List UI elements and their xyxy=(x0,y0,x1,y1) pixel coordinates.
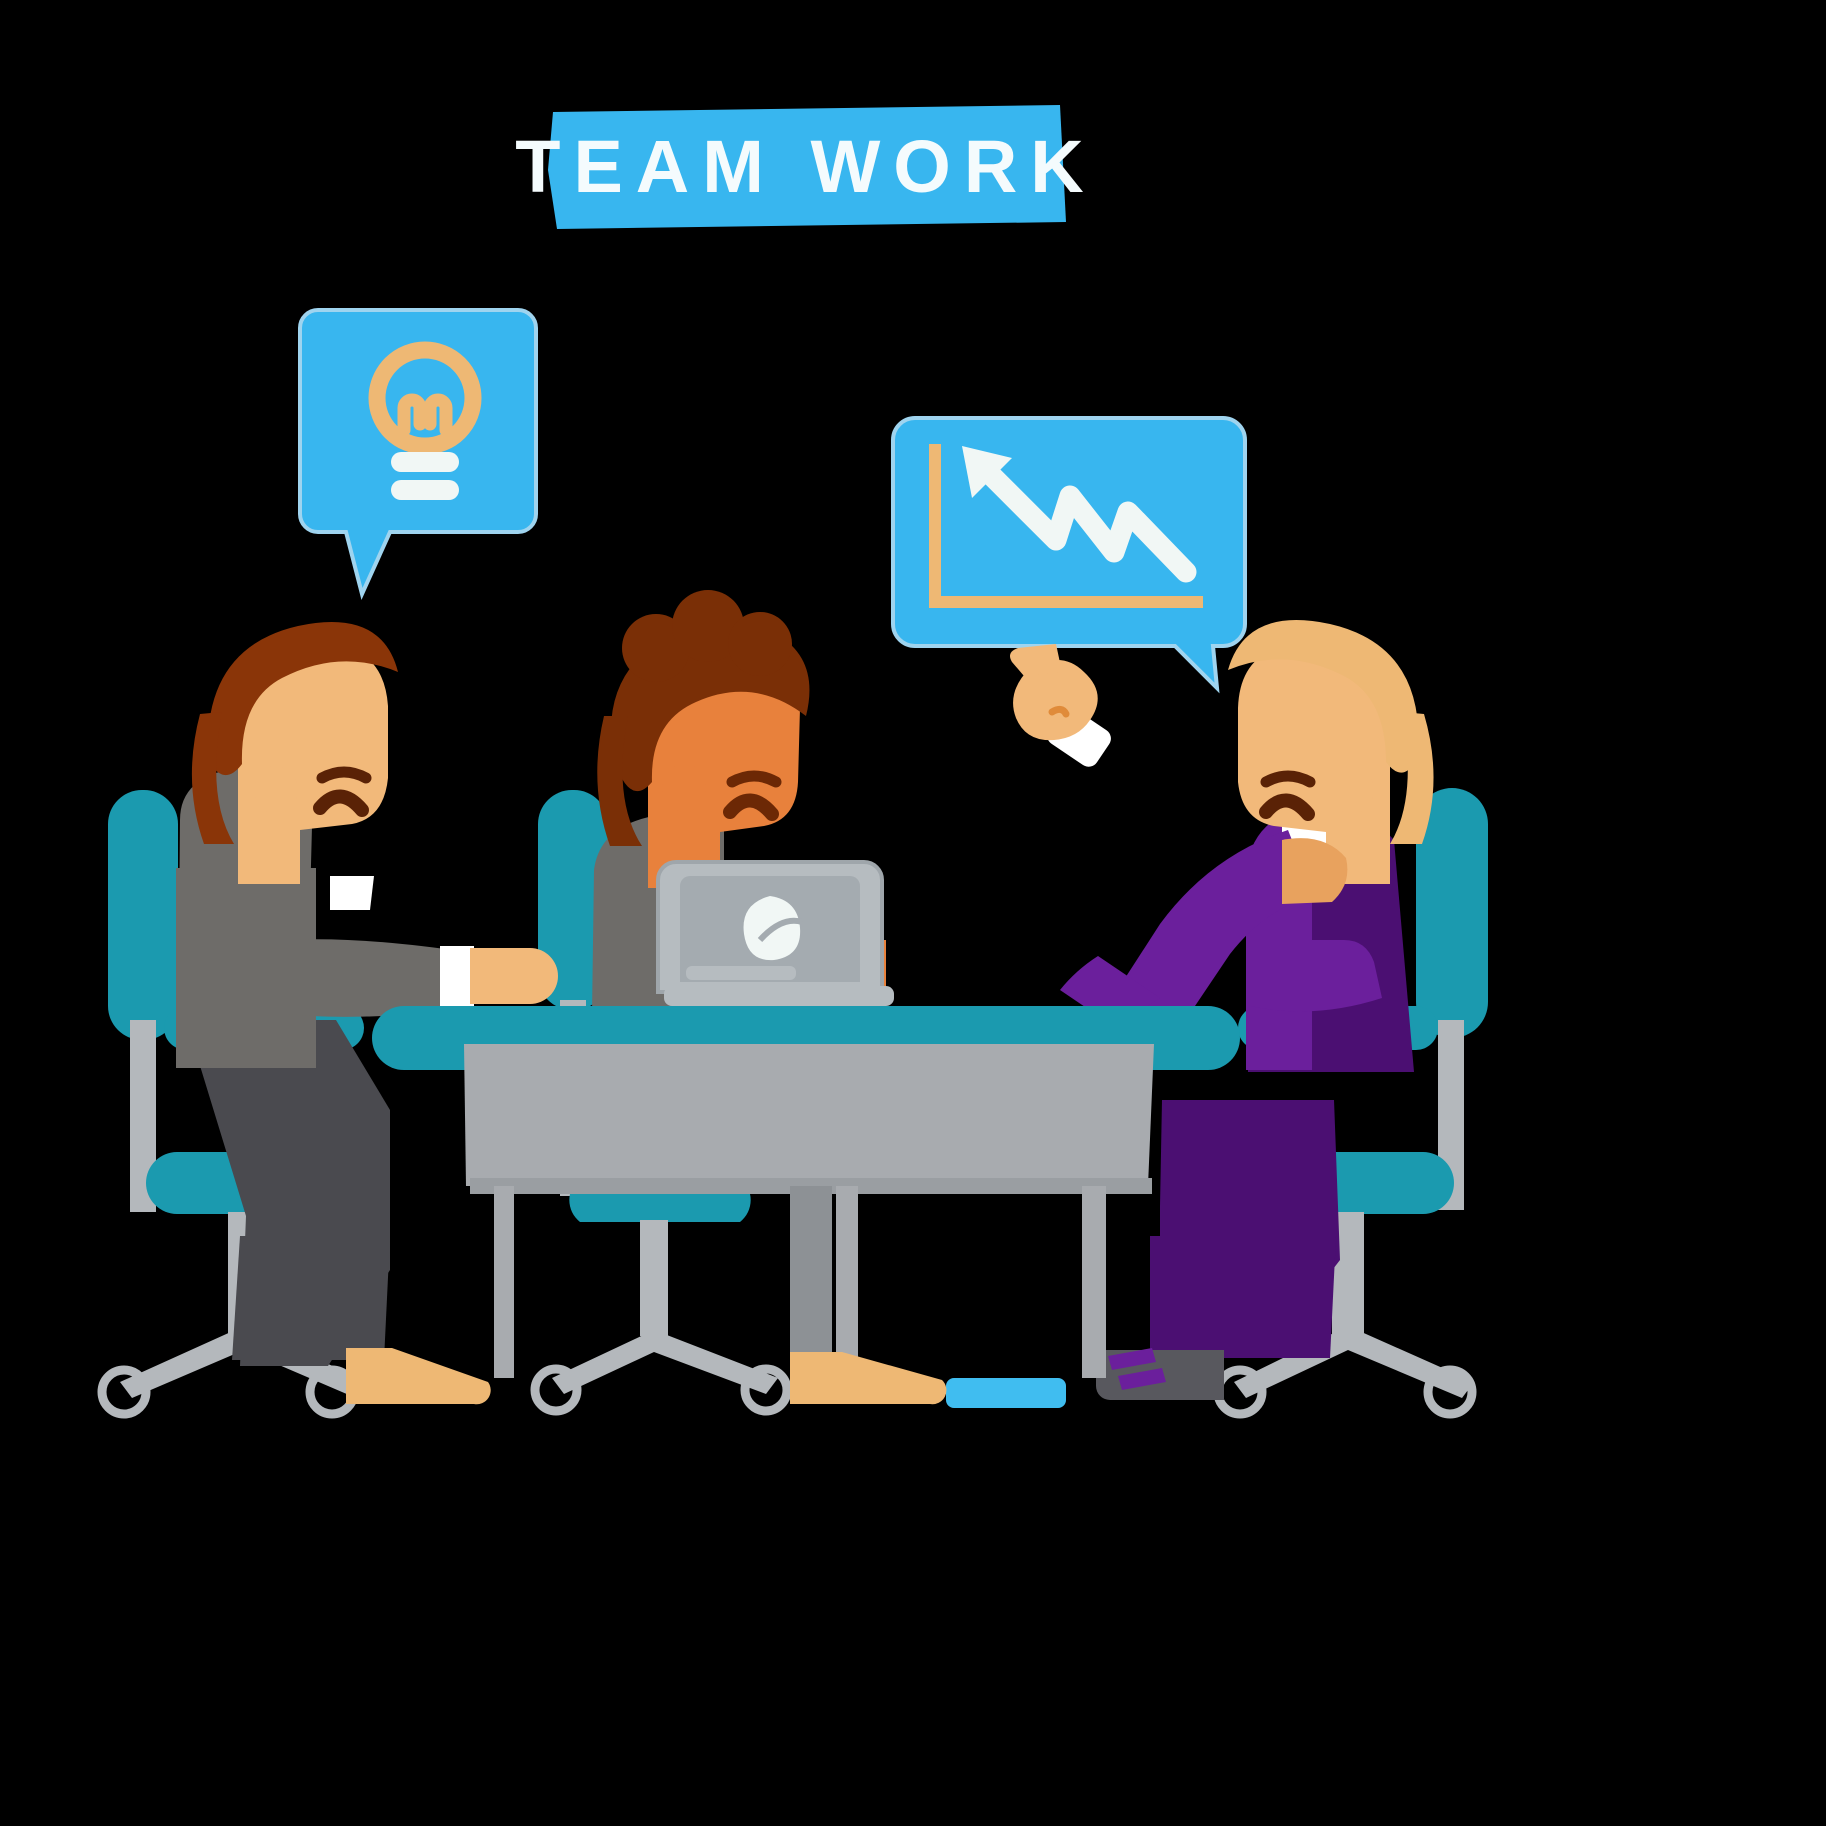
person-right-leg-lower xyxy=(1150,1236,1336,1358)
desk-leg-right xyxy=(1082,1186,1106,1378)
person-right-eyebrow xyxy=(1260,770,1316,788)
laptop-base xyxy=(664,986,894,1006)
person-right-ear xyxy=(1330,766,1374,814)
person-right-arm-lower xyxy=(1250,940,1382,1012)
person-left-leg-lower xyxy=(232,1236,390,1360)
person-left-ear xyxy=(254,766,298,814)
laptop-screen-bar xyxy=(686,966,796,980)
desk-column xyxy=(790,1186,832,1378)
desk-apron xyxy=(464,1044,1154,1186)
lightbulb-base-band-1 xyxy=(391,452,459,472)
lightbulb-filament xyxy=(397,393,453,437)
person-left-hand xyxy=(470,948,558,1004)
chart-bubble xyxy=(891,416,1247,694)
team-work-illustration: TEAM WORK xyxy=(0,0,1826,1826)
person-left-smile xyxy=(330,876,374,910)
footrest xyxy=(946,1378,1066,1408)
laptop xyxy=(656,860,894,1006)
person-center-eyebrow xyxy=(726,770,782,788)
person-left-cuff xyxy=(440,946,474,1008)
person-left-eyebrow xyxy=(316,766,372,784)
desk-column-highlight xyxy=(836,1186,858,1378)
title-banner: TEAM WORK xyxy=(515,105,1097,229)
chair-center-column xyxy=(640,1220,668,1336)
banner-title: TEAM WORK xyxy=(515,125,1097,208)
person-left-arm xyxy=(286,939,466,1017)
lightbulb-base-band-2 xyxy=(391,480,459,500)
person-center-ear xyxy=(662,764,706,812)
person-center-hair-curl-3 xyxy=(728,612,792,676)
illustration-canvas: TEAM WORK xyxy=(0,0,1826,1826)
chair-left-backrest xyxy=(108,790,178,1040)
chart-bubble-body xyxy=(891,416,1247,694)
desk-leg-left xyxy=(494,1186,514,1378)
